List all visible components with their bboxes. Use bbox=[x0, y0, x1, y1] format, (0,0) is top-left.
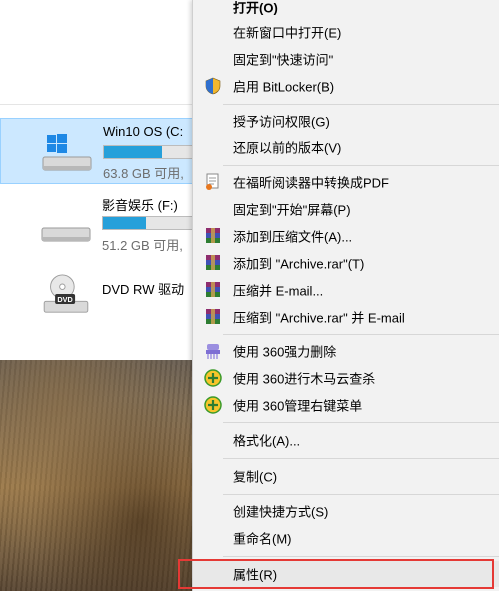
menu-item-label: 还原以前的版本(V) bbox=[233, 140, 342, 156]
winrar-icon bbox=[206, 282, 220, 297]
menu-item-label: 添加到 "Archive.rar"(T) bbox=[233, 256, 365, 272]
menu-item-360-delete[interactable]: 使用 360强力删除 bbox=[193, 338, 499, 364]
drive-name: 影音娱乐 (F:) bbox=[102, 198, 178, 213]
menu-item-format[interactable]: 格式化(A)... bbox=[193, 427, 499, 453]
menu-item-label: 复制(C) bbox=[233, 469, 278, 485]
menu-item-360-scan[interactable]: 使用 360进行木马云查杀 bbox=[193, 365, 499, 391]
menu-separator bbox=[223, 556, 499, 557]
menu-item-pin-quick-access[interactable]: 固定到"快速访问" bbox=[193, 46, 499, 72]
menu-item-label: 重命名(M) bbox=[233, 531, 292, 547]
file-explorer-pane: Win10 OS (C: 63.8 GB 可用, 影音娱乐 (F:) 51.2 … bbox=[0, 0, 201, 360]
menu-item-foxit-pdf[interactable]: 在福昕阅读器中转换成PDF bbox=[193, 169, 499, 195]
menu-item-label: 固定到"开始"屏幕(P) bbox=[233, 202, 351, 218]
menu-item-open-new-window[interactable]: 在新窗口中打开(E) bbox=[193, 19, 499, 45]
windows-drive-icon bbox=[42, 134, 92, 171]
360-plus-icon bbox=[204, 396, 222, 414]
pdf-convert-icon bbox=[206, 173, 219, 190]
drive-usage-fill bbox=[103, 217, 147, 229]
menu-item-pin-start[interactable]: 固定到"开始"屏幕(P) bbox=[193, 196, 499, 222]
drive-usage-bar bbox=[103, 145, 201, 159]
menu-item-360-manage[interactable]: 使用 360管理右键菜单 bbox=[193, 392, 499, 418]
drive-free-space: 63.8 GB 可用, bbox=[103, 166, 184, 181]
menu-item-label: 压缩到 "Archive.rar" 并 E-mail bbox=[233, 310, 405, 326]
shield-icon bbox=[205, 77, 221, 95]
menu-separator bbox=[223, 458, 499, 459]
menu-item-compress-rar-email[interactable]: 压缩到 "Archive.rar" 并 E-mail bbox=[193, 304, 499, 330]
menu-item-label: 添加到压缩文件(A)... bbox=[233, 229, 353, 245]
menu-item-label: 属性(R) bbox=[233, 567, 278, 583]
menu-item-create-shortcut[interactable]: 创建快捷方式(S) bbox=[193, 498, 499, 524]
hard-drive-icon bbox=[41, 227, 91, 242]
context-menu: 打开(O) 在新窗口中打开(E) 固定到"快速访问" 启用 BitLocker(… bbox=[192, 0, 499, 591]
menu-item-add-archive-rar[interactable]: 添加到 "Archive.rar"(T) bbox=[193, 250, 499, 276]
menu-item-label: 使用 360强力删除 bbox=[233, 344, 337, 360]
menu-separator bbox=[223, 104, 499, 105]
menu-item-label: 固定到"快速访问" bbox=[233, 52, 334, 68]
menu-item-grant-access[interactable]: 授予访问权限(G) bbox=[193, 108, 499, 134]
drive-item-f[interactable]: 影音娱乐 (F:) 51.2 GB 可用, bbox=[0, 190, 200, 256]
drive-usage-bar bbox=[102, 216, 200, 230]
drive-name: Win10 OS (C: bbox=[103, 124, 184, 139]
desktop-wallpaper bbox=[0, 360, 200, 591]
winrar-icon bbox=[206, 228, 220, 243]
menu-item-label: 使用 360管理右键菜单 bbox=[233, 398, 363, 414]
menu-item-open[interactable]: 打开(O) bbox=[193, 0, 499, 20]
menu-item-label: 启用 BitLocker(B) bbox=[233, 79, 335, 95]
drive-free-space: 51.2 GB 可用, bbox=[102, 238, 183, 253]
drive-usage-fill bbox=[104, 146, 162, 158]
menu-item-add-archive[interactable]: 添加到压缩文件(A)... bbox=[193, 223, 499, 249]
menu-item-properties[interactable]: 属性(R) bbox=[193, 561, 499, 587]
divider bbox=[0, 104, 200, 105]
menu-item-restore-versions[interactable]: 还原以前的版本(V) bbox=[193, 134, 499, 160]
menu-item-label: 压缩并 E-mail... bbox=[233, 283, 324, 299]
dvd-icon-text: DVD bbox=[57, 295, 72, 304]
menu-item-bitlocker[interactable]: 启用 BitLocker(B) bbox=[193, 73, 499, 99]
drive-name: DVD RW 驱动 bbox=[102, 282, 185, 297]
menu-item-label: 格式化(A)... bbox=[233, 433, 301, 449]
menu-item-label: 创建快捷方式(S) bbox=[233, 504, 329, 520]
menu-item-copy[interactable]: 复制(C) bbox=[193, 463, 499, 489]
menu-item-label: 在福昕阅读器中转换成PDF bbox=[233, 175, 390, 191]
menu-separator bbox=[223, 422, 499, 423]
menu-separator bbox=[223, 494, 499, 495]
menu-item-compress-email[interactable]: 压缩并 E-mail... bbox=[193, 277, 499, 303]
shredder-icon bbox=[206, 344, 220, 359]
menu-separator bbox=[223, 334, 499, 335]
menu-item-label: 打开(O) bbox=[233, 0, 278, 16]
drive-item-dvd[interactable]: DVD DVD RW 驱动 bbox=[0, 270, 200, 336]
dvd-drive-icon: DVD bbox=[43, 274, 89, 313]
drive-item-c[interactable]: Win10 OS (C: 63.8 GB 可用, bbox=[0, 118, 201, 184]
winrar-icon bbox=[206, 309, 220, 324]
menu-separator bbox=[223, 165, 499, 166]
menu-item-label: 使用 360进行木马云查杀 bbox=[233, 371, 376, 387]
menu-item-label: 在新窗口中打开(E) bbox=[233, 25, 342, 41]
menu-item-rename[interactable]: 重命名(M) bbox=[193, 525, 499, 551]
winrar-icon bbox=[206, 255, 220, 270]
menu-item-label: 授予访问权限(G) bbox=[233, 114, 330, 130]
360-plus-icon bbox=[204, 369, 222, 387]
